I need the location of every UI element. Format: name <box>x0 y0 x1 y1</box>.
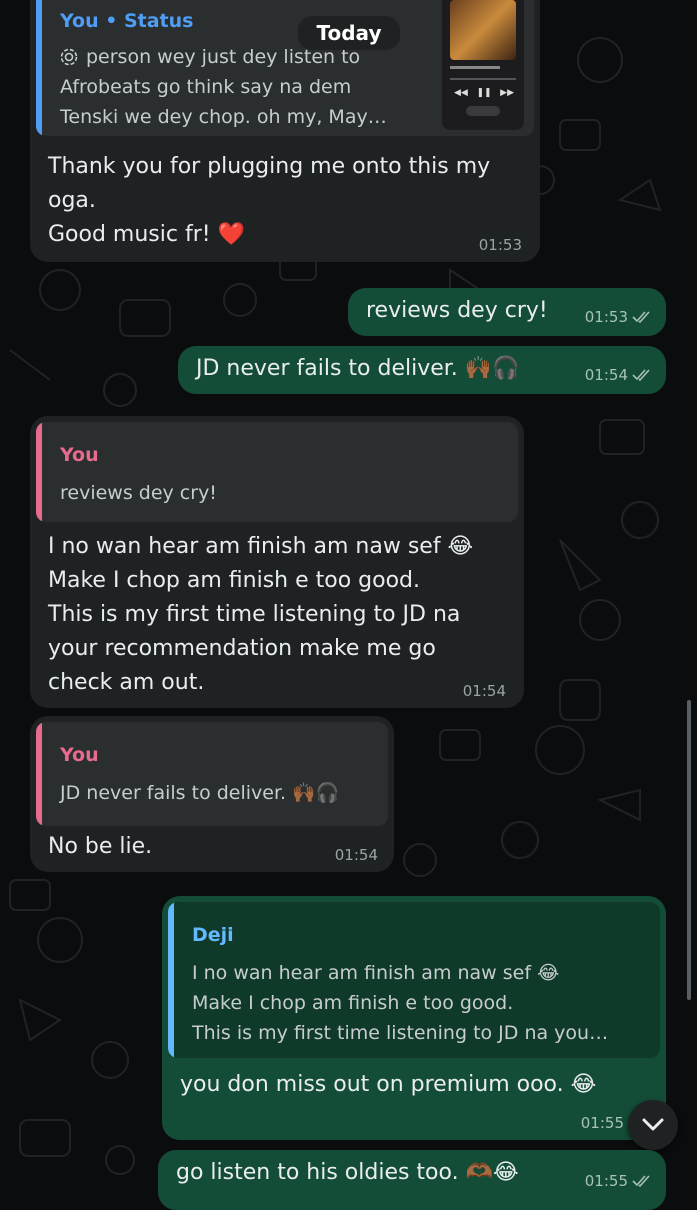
message-time: 01:55 <box>585 1172 652 1190</box>
message-bubble-incoming[interactable]: You reviews dey cry! I no wan hear am fi… <box>30 416 524 708</box>
message-text: go listen to his oldies too. 🫶🏾😂 <box>176 1160 519 1185</box>
message-time: 01:54 <box>585 366 652 384</box>
player-controls: ◀◀ ❚❚ ▶▶ <box>454 88 514 98</box>
reply-author: You • Status <box>60 10 194 32</box>
message-bubble-outgoing[interactable]: JD never fails to deliver. 🙌🏾🎧 01:54 <box>178 346 666 394</box>
message-time: 01:54 <box>334 846 378 864</box>
scroll-to-bottom-button[interactable] <box>628 1100 678 1150</box>
message-bubble-incoming[interactable]: You • Status person wey just dey listen … <box>30 0 540 262</box>
track-title-line <box>450 66 500 69</box>
message-time: 01:53 <box>478 236 522 254</box>
message-time: 01:55 <box>580 1114 624 1132</box>
message-time: 01:53 <box>585 308 652 326</box>
progress-bar <box>450 78 516 80</box>
reply-author: You <box>60 444 99 466</box>
pause-icon: ❚❚ <box>476 88 492 98</box>
scrollbar[interactable] <box>687 700 691 1000</box>
message-text: JD never fails to deliver. 🙌🏾🎧 <box>196 356 520 381</box>
reply-quote[interactable]: Deji I no wan hear am finish am naw sef … <box>168 902 660 1058</box>
reply-text: JD never fails to deliver. 🙌🏾🎧 <box>60 782 340 804</box>
reply-quote-bar <box>36 422 42 522</box>
double-check-icon <box>632 311 650 323</box>
reply-quote-bar <box>36 0 42 136</box>
chevron-down-icon <box>642 1118 664 1131</box>
rewind-icon: ◀◀ <box>454 88 468 98</box>
reply-author: You <box>60 744 99 766</box>
reply-text: I no wan hear am finish am naw sef 😂 Mak… <box>192 962 609 1044</box>
reply-quote-bar <box>36 722 42 826</box>
forward-icon: ▶▶ <box>500 88 514 98</box>
reply-quote-bar <box>168 902 174 1058</box>
message-bubble-outgoing[interactable]: go listen to his oldies too. 🫶🏾😂 01:55 <box>158 1150 666 1210</box>
date-chip-label: Today <box>316 21 382 45</box>
message-text: No be lie. <box>48 834 153 859</box>
date-chip: Today <box>298 16 400 50</box>
reply-text: person wey just dey listen to Afrobeats … <box>60 46 387 128</box>
double-check-icon <box>632 369 650 381</box>
message-text: I no wan hear am finish am naw sef 😂 Mak… <box>48 534 474 695</box>
message-bubble-incoming[interactable]: You JD never fails to deliver. 🙌🏾🎧 No be… <box>30 716 394 872</box>
double-check-icon <box>632 1175 650 1187</box>
reply-quote[interactable]: You JD never fails to deliver. 🙌🏾🎧 <box>36 722 388 826</box>
reply-quote[interactable]: You • Status person wey just dey listen … <box>36 0 534 136</box>
reply-author: Deji <box>192 924 234 946</box>
message-time: 01:54 <box>462 682 506 700</box>
message-bubble-outgoing[interactable]: reviews dey cry! 01:53 <box>348 288 666 336</box>
message-text: reviews dey cry! <box>366 298 548 323</box>
reply-text: reviews dey cry! <box>60 482 217 504</box>
message-text: Thank you for plugging me onto this my o… <box>48 154 491 247</box>
album-art <box>450 0 516 60</box>
reply-quote[interactable]: You reviews dey cry! <box>36 422 518 522</box>
message-text: you don miss out on premium ooo. 😂 <box>180 1072 597 1097</box>
music-player-thumbnail: ◀◀ ❚❚ ▶▶ <box>442 0 524 130</box>
message-bubble-outgoing[interactable]: Deji I no wan hear am finish am naw sef … <box>162 896 666 1140</box>
device-pill <box>466 106 500 116</box>
